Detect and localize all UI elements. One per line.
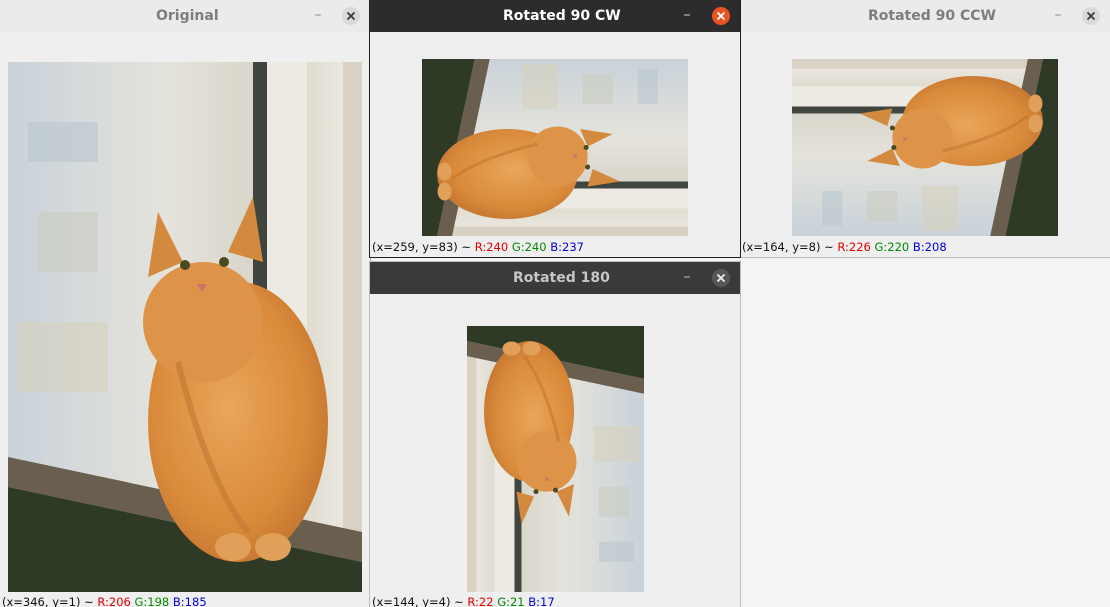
pixel-readout: (x=346, y=1) ~ R:206 G:198 B:185 (2, 595, 207, 607)
window-title: Rotated 180 (513, 270, 610, 286)
close-icon[interactable] (712, 269, 730, 287)
pixel-red: R:206 (97, 595, 131, 607)
close-icon[interactable] (712, 7, 730, 25)
pixel-red: R:240 (474, 240, 509, 254)
pixel-red: R:22 (467, 595, 494, 607)
window-title: Rotated 90 CW (503, 8, 621, 24)
cat-photo[interactable] (467, 326, 644, 592)
pixel-blue: B:17 (528, 595, 555, 607)
window-180-titlebar[interactable]: Rotated 180 – (370, 262, 740, 294)
pixel-green: G:240 (511, 240, 547, 254)
pixel-coords: (x=164, y=8) ~ (742, 240, 838, 254)
pixel-red: R:226 (837, 240, 871, 254)
minimize-icon[interactable]: – (1049, 0, 1067, 32)
window-original-titlebar[interactable]: Original – (0, 0, 370, 32)
window-cw-titlebar[interactable]: Rotated 90 CW – (370, 0, 740, 32)
cat-photo[interactable] (792, 59, 1058, 236)
pixel-readout: (x=259, y=83) ~ R:240 G:240 B:237 (372, 240, 584, 254)
cat-photo[interactable] (422, 59, 688, 236)
cat-photo[interactable] (8, 62, 362, 592)
close-icon[interactable] (1082, 7, 1100, 25)
pixel-coords: (x=346, y=1) ~ (2, 595, 98, 607)
window-title: Original (156, 8, 219, 24)
pixel-readout: (x=164, y=8) ~ R:226 G:220 B:208 (742, 240, 947, 254)
window-rotated-90-cw[interactable]: Rotated 90 CW – (x=259, y=83) ~ R:240 G:… (370, 0, 740, 257)
minimize-icon[interactable]: – (678, 0, 696, 32)
pixel-coords: (x=144, y=4) ~ (372, 595, 468, 607)
pixel-blue: B:185 (172, 595, 207, 607)
window-title: Rotated 90 CCW (868, 8, 996, 24)
window-rotated-180[interactable]: Rotated 180 – (x=144, y=4) ~ R:22 G:21 B… (370, 262, 740, 607)
pixel-green: G:220 (874, 240, 910, 254)
window-rotated-90-ccw[interactable]: Rotated 90 CCW – (x=164, y=8) ~ R:226 G:… (740, 0, 1110, 257)
minimize-icon[interactable]: – (309, 0, 327, 32)
pixel-blue: B:237 (550, 240, 584, 254)
pixel-blue: B:208 (912, 240, 947, 254)
window-original[interactable]: Original – (x=346, y=1) ~ R:206 G:198 B:… (0, 0, 370, 607)
pixel-green: G:198 (134, 595, 170, 607)
pixel-coords: (x=259, y=83) ~ (372, 240, 475, 254)
close-icon[interactable] (342, 7, 360, 25)
pixel-readout: (x=144, y=4) ~ R:22 G:21 B:17 (372, 595, 555, 607)
window-ccw-titlebar[interactable]: Rotated 90 CCW – (740, 0, 1110, 32)
minimize-icon[interactable]: – (678, 262, 696, 294)
pixel-green: G:21 (497, 595, 525, 607)
